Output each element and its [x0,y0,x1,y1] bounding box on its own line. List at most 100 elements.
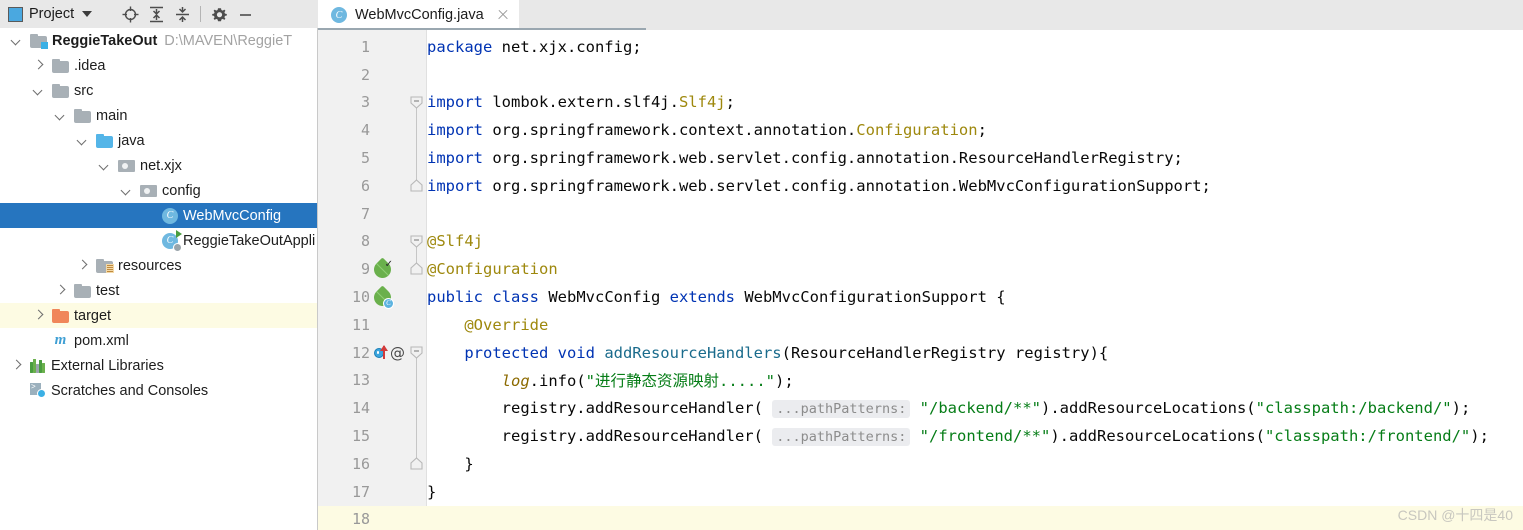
code-token: @Slf4j [427,232,483,251]
code-token: WebMvcConfigurationSupport { [744,288,1006,307]
code-line-text: registry.addResourceHandler( ...pathPatt… [427,427,1489,447]
code-line-2[interactable]: 2 [318,61,1523,89]
tree-item-config[interactable]: config [0,178,317,203]
code-line-10[interactable]: 10 Cpublic class WebMvcConfig extends Web… [318,283,1523,311]
spring-bean-check-icon[interactable]: ✓ [370,257,395,282]
line-number: 7 [360,204,370,223]
code-line-7[interactable]: 7 [318,200,1523,228]
tree-item-main[interactable]: main [0,103,317,128]
code-line-text: import org.springframework.context.annot… [427,121,987,139]
fold-end-icon[interactable] [410,262,423,275]
expand-all-icon[interactable] [143,1,169,27]
tree-item-webmvcconfig[interactable]: C WebMvcConfig [0,203,317,228]
tree-item-label: config [162,182,201,199]
spring-bean-class-icon[interactable]: C [370,285,395,310]
code-line-11[interactable]: 11 @Override [318,311,1523,339]
code-line-3[interactable]: 3 import lombok.extern.slf4j.Slf4j; [318,89,1523,117]
project-tree[interactable]: ReggieTakeOut D:\MAVEN\ReggieT .idea src mai… [0,28,317,530]
code-line-17[interactable]: 17} [318,478,1523,506]
code-token: import [427,149,493,168]
code-line-text: import lombok.extern.slf4j.Slf4j; [427,93,735,111]
project-tool-window: Project ReggieTakeOut D:\MAVEN\ReggieT .… [0,0,318,530]
maven-icon: m [54,331,67,348]
inlay-parameter-hint: ...pathPatterns: [772,428,911,447]
code-token: "classpath:/backend/" [1255,399,1452,418]
inlay-parameter-hint: ...pathPatterns: [772,400,911,419]
fold-end-icon[interactable] [410,179,423,192]
tree-item-target[interactable]: target [0,303,317,328]
code-token: .info( [529,372,586,391]
fold-start-icon[interactable] [410,346,423,359]
tree-item-test[interactable]: test [0,278,317,303]
tree-item-resources[interactable]: resources [0,253,317,278]
minimize-icon[interactable] [232,1,258,27]
fold-end-icon[interactable] [410,457,423,470]
folder-icon [74,108,91,123]
code-line-5[interactable]: 5 import org.springframework.web.servlet.… [318,144,1523,172]
tree-item-src[interactable]: src [0,78,317,103]
chevron-down-icon[interactable] [98,159,111,172]
java-class-icon: C [162,207,178,224]
fold-marker [410,422,423,450]
folder-icon [52,83,69,98]
chevron-right-icon[interactable] [32,59,45,72]
chevron-right-icon[interactable] [10,359,23,372]
close-icon[interactable] [496,8,510,22]
code-line-6[interactable]: 6 import org.springframework.web.servlet.… [318,172,1523,200]
chevron-right-icon[interactable] [54,284,67,297]
fold-start-icon[interactable] [410,96,423,109]
tree-item-reggietakeoutappli[interactable]: C ReggieTakeOutAppli [0,228,317,253]
chevron-down-icon[interactable] [10,34,23,47]
override-method-icon[interactable] [374,344,389,361]
code-line-4[interactable]: 4 import org.springframework.context.anno… [318,116,1523,145]
code-line-18[interactable]: 18 [318,505,1523,530]
fold-marker [410,283,423,311]
code-token: "/frontend/**" [919,427,1051,446]
tree-item-pom-xml[interactable]: m pom.xml [0,328,317,353]
folder-icon [52,58,69,73]
chevron-down-icon[interactable] [82,11,93,17]
code-line-14[interactable]: 14 registry.addResourceHandler( ...pathP… [318,394,1523,423]
tree-item-scratches-and-consoles[interactable]: Scratches and Consoles [0,378,317,403]
tree-item-external-libraries[interactable]: External Libraries [0,353,317,378]
chevron-down-icon[interactable] [76,134,89,147]
code-line-text: } [427,483,436,501]
fold-start-icon[interactable] [410,235,423,248]
project-title-button[interactable]: Project [0,0,93,28]
editor-tab-webmvcconfig[interactable]: C WebMvcConfig.java [318,0,519,30]
code-line-12[interactable]: 12 @ protected void addResourceHandlers(R… [318,339,1523,367]
java-runnable-class-icon: C [162,229,182,252]
code-token: } [427,454,474,473]
line-number: 15 [351,427,370,446]
chevron-down-icon[interactable] [32,84,45,97]
annotation-at-icon[interactable]: @ [390,344,405,362]
collapse-all-icon[interactable] [169,1,195,27]
code-token: registry.addResourceHandler( [427,427,773,446]
chevron-down-icon[interactable] [54,109,67,122]
tree-item-reggietakeout[interactable]: ReggieTakeOut D:\MAVEN\ReggieT [0,28,317,53]
code-token: import [427,93,493,112]
code-line-15[interactable]: 15 registry.addResourceHandler( ...pathP… [318,422,1523,450]
line-number: 8 [360,232,370,251]
code-token: Configuration [856,121,978,140]
chevron-down-icon[interactable] [120,184,133,197]
chevron-right-icon[interactable] [32,309,45,322]
tree-item-idea[interactable]: .idea [0,53,317,78]
code-line-9[interactable]: 9 ✓ @Configuration [318,255,1523,283]
code-token: "进行静态资源映射....." [585,372,775,391]
locate-target-icon[interactable] [117,1,143,27]
code-line-1[interactable]: 1 package net.xjx.config; [318,33,1523,61]
code-line-16[interactable]: 16 } [318,450,1523,478]
code-line-8[interactable]: 8 @Slf4j [318,228,1523,256]
gear-icon[interactable] [206,1,232,27]
code-token: @Override [427,315,549,334]
code-editor[interactable]: 1 package net.xjx.config; 2 3 import lombok.… [318,30,1523,530]
package-icon [140,184,157,197]
chevron-right-icon[interactable] [76,259,89,272]
tree-item-net-xjx[interactable]: net.xjx [0,153,317,178]
tree-item-java[interactable]: java [0,128,317,153]
tree-item-label: .idea [74,57,106,74]
line-number: 18 [351,510,370,529]
code-line-13[interactable]: 13 log.info("进行静态资源映射....."); [318,366,1523,395]
